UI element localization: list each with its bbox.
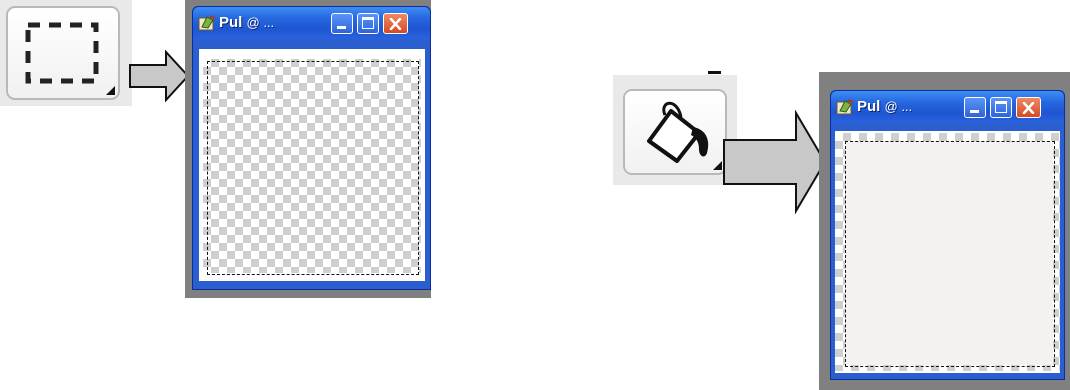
fill-tool-button[interactable] bbox=[623, 89, 727, 175]
minimize-icon bbox=[337, 26, 346, 29]
cursor-mark bbox=[708, 71, 721, 74]
submenu-corner-icon bbox=[106, 86, 115, 95]
minimize-button[interactable] bbox=[964, 97, 986, 118]
maximize-button[interactable] bbox=[990, 97, 1012, 118]
app-icon bbox=[198, 15, 216, 31]
maximize-icon bbox=[362, 17, 374, 29]
window-title-suffix: @ ... bbox=[884, 99, 913, 114]
window-title: Pul @ ... bbox=[857, 98, 912, 115]
maximize-icon bbox=[995, 101, 1007, 113]
rectangle-select-tool-button[interactable] bbox=[6, 6, 120, 100]
maximize-button[interactable] bbox=[357, 13, 379, 34]
window-title-name: Pul bbox=[857, 98, 881, 115]
right-arrow-icon bbox=[723, 110, 827, 214]
app-icon bbox=[836, 99, 854, 115]
image-window[interactable]: Pul @ ... bbox=[830, 90, 1065, 380]
close-icon bbox=[389, 18, 402, 30]
rectangle-select-icon bbox=[25, 22, 99, 84]
window-title: Pul @ ... bbox=[219, 14, 274, 31]
window-title-name: Pul bbox=[219, 14, 243, 31]
minimize-button[interactable] bbox=[331, 13, 353, 34]
window-title-suffix: @ ... bbox=[246, 15, 275, 30]
rectangle-select-tool-frame bbox=[0, 0, 132, 106]
image-canvas[interactable] bbox=[199, 49, 425, 281]
close-button[interactable] bbox=[383, 13, 408, 34]
close-icon bbox=[1022, 102, 1035, 114]
selection-marquee[interactable] bbox=[207, 61, 419, 275]
fill-tool-frame bbox=[613, 75, 737, 185]
title-bar[interactable]: Pul @ ... bbox=[831, 91, 1064, 123]
close-button[interactable] bbox=[1016, 97, 1041, 118]
title-bar[interactable]: Pul @ ... bbox=[193, 7, 430, 39]
selection-marquee[interactable] bbox=[845, 141, 1055, 367]
minimize-icon bbox=[970, 110, 979, 113]
image-canvas[interactable] bbox=[835, 131, 1060, 373]
image-window[interactable]: Pul @ ... bbox=[192, 6, 431, 290]
paint-bucket-icon bbox=[647, 101, 709, 163]
right-arrow-icon bbox=[129, 50, 190, 102]
submenu-corner-icon bbox=[713, 161, 722, 170]
